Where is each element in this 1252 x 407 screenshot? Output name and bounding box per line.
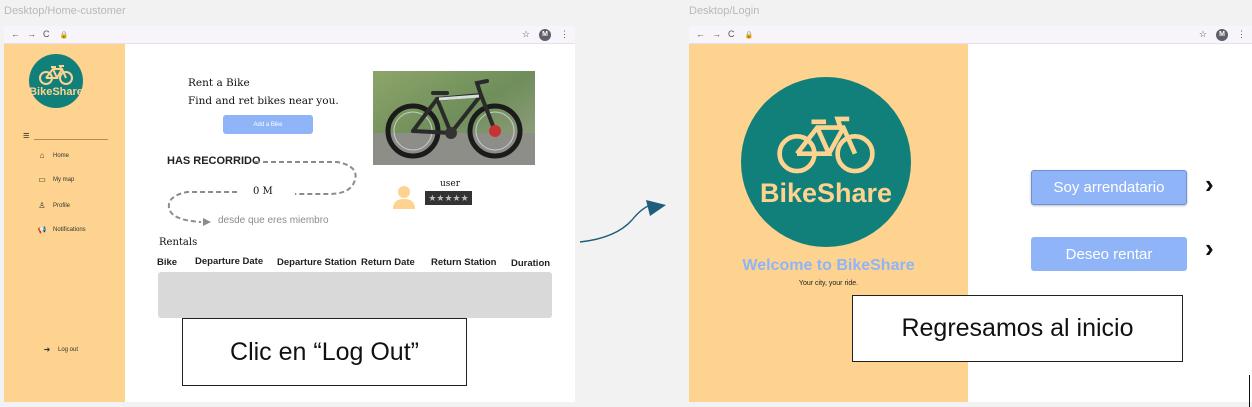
forward-icon[interactable]: → xyxy=(27,30,36,39)
logout-icon: ➜ xyxy=(43,345,51,354)
sidebar-item-label: My map xyxy=(53,176,75,183)
home-icon: ⌂ xyxy=(39,151,45,160)
browser-bar: ← → C 🔒 ☆ M ⋮ xyxy=(4,26,575,44)
rentals-table-body xyxy=(158,272,552,318)
logout-callout: Clic en “Log Out” xyxy=(182,318,467,386)
welcome-tagline: Your city, your ride. xyxy=(798,280,859,287)
edge-divider xyxy=(1249,375,1250,407)
user-avatar-icon xyxy=(393,186,415,209)
sidebar-item-label: Notifications xyxy=(53,227,86,233)
folder-icon: ▭ xyxy=(38,175,46,184)
brand-logo: BikeShare xyxy=(741,77,911,247)
rent-button[interactable]: Deseo rentar xyxy=(1031,237,1187,271)
rentals-title: Rentals xyxy=(159,237,198,248)
lock-icon: 🔒 xyxy=(744,31,754,39)
browser-bar: ← → C 🔒 ☆ M ⋮ xyxy=(689,26,1252,44)
renter-button[interactable]: Soy arrendatario xyxy=(1031,170,1187,205)
sidebar-item-label: Home xyxy=(53,152,70,159)
member-since-text: desde que eres miembro xyxy=(218,215,329,226)
megaphone-icon: 📢 xyxy=(37,227,47,234)
distance-value: 0 M xyxy=(253,186,273,197)
profile-avatar[interactable]: M xyxy=(539,28,551,41)
profile-icon: ♙ xyxy=(38,201,46,210)
sidebar-item-home[interactable]: ⌂ Home xyxy=(37,151,69,160)
column-header: Return Station xyxy=(431,257,497,268)
logout-label: Log out xyxy=(58,346,79,353)
logout-button[interactable]: ➜ Log out xyxy=(42,345,78,354)
column-header: Return Date xyxy=(361,257,415,268)
profile-avatar[interactable]: M xyxy=(1216,28,1228,41)
welcome-title: Welcome to BikeShare xyxy=(742,257,915,274)
menu-icon[interactable]: ≡ xyxy=(23,130,29,142)
reload-icon[interactable]: C xyxy=(728,30,735,39)
lock-icon: 🔒 xyxy=(59,31,69,39)
brand-name: BikeShare xyxy=(759,177,893,208)
brand-logo: BikeShare xyxy=(29,54,83,108)
bike-photo xyxy=(373,71,535,165)
chevron-right-icon[interactable]: › xyxy=(1205,169,1214,200)
column-header: Duration xyxy=(511,258,551,269)
add-bike-button[interactable]: Add a Bike xyxy=(223,115,313,134)
home-callout: Regresamos al inicio xyxy=(852,295,1183,362)
sidebar-item-my-map[interactable]: ▭ My map xyxy=(37,175,74,184)
kebab-menu-icon[interactable]: ⋮ xyxy=(560,29,569,40)
forward-icon[interactable]: → xyxy=(712,30,721,39)
bike-icon xyxy=(777,116,875,173)
star-rating-icon: ★★★★★ xyxy=(428,192,469,203)
column-header: Bike xyxy=(157,257,178,268)
sidebar-item-profile[interactable]: ♙ Profile xyxy=(37,201,70,210)
user-name: user xyxy=(440,179,461,189)
transition-arrow xyxy=(579,200,666,243)
sidebar-divider xyxy=(34,139,108,140)
chevron-right-icon[interactable]: › xyxy=(1205,233,1214,264)
frame-label-home: Desktop/Home-customer xyxy=(4,5,126,17)
kebab-menu-icon[interactable]: ⋮ xyxy=(1237,29,1246,40)
frame-label-login: Desktop/Login xyxy=(689,5,760,17)
hero-subtitle: Find and ret bikes near you. xyxy=(188,95,339,107)
column-header: Departure Date xyxy=(195,256,264,267)
brand-name: BikeShare xyxy=(29,85,83,98)
user-rating: ★★★★★ xyxy=(425,191,472,205)
sidebar-item-label: Profile xyxy=(53,202,71,209)
bike-icon xyxy=(39,64,73,85)
back-icon[interactable]: ← xyxy=(696,30,705,39)
star-icon[interactable]: ☆ xyxy=(1199,29,1207,40)
star-icon[interactable]: ☆ xyxy=(522,29,530,40)
hero-title: Rent a Bike xyxy=(188,77,250,89)
column-header: Departure Station xyxy=(277,257,357,268)
reload-icon[interactable]: C xyxy=(43,30,50,39)
sidebar: BikeShare ≡ ⌂ Home ▭ My map ♙ Profile 📢 … xyxy=(4,44,125,402)
back-icon[interactable]: ← xyxy=(11,30,20,39)
sidebar-item-notifications[interactable]: 📢 Notifications xyxy=(37,226,86,234)
